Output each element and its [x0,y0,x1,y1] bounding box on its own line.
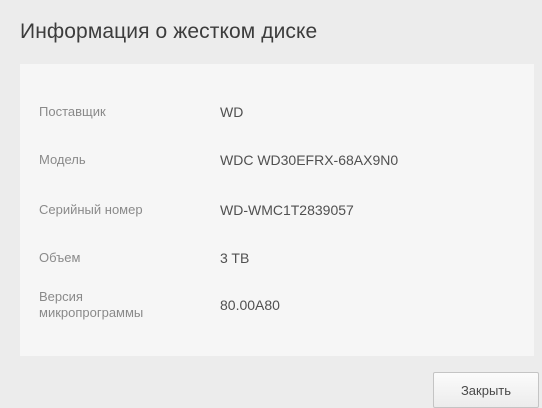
firmware-version-label: Версия микропрограммы [39,289,144,320]
serial-number-label: Серийный номер [39,202,143,217]
close-button[interactable]: Закрыть [433,372,539,408]
disk-info-panel: Поставщик WD Модель WDC WD30EFRX-68AX9N0… [20,64,534,356]
vendor-label: Поставщик [39,104,106,119]
capacity-label: Объем [39,250,81,265]
model-value: WDC WD30EFRX-68AX9N0 [220,152,399,168]
dialog-title: Информация о жестком диске [20,20,318,43]
model-label: Модель [39,152,86,167]
info-row-vendor: Поставщик WD [20,100,534,124]
info-row-firmware: Версия микропрограммы 80.00A80 [20,288,534,322]
info-row-capacity: Объем 3 TB [20,246,534,270]
vendor-value: WD [220,104,244,120]
info-row-serial: Серийный номер WD-WMC1T2839057 [20,198,534,222]
hard-disk-info-dialog: Информация о жестком диске Поставщик WD … [0,0,542,408]
info-row-model: Модель WDC WD30EFRX-68AX9N0 [20,148,534,172]
firmware-version-value: 80.00A80 [220,297,280,313]
capacity-value: 3 TB [220,250,250,266]
serial-number-value: WD-WMC1T2839057 [220,202,354,218]
